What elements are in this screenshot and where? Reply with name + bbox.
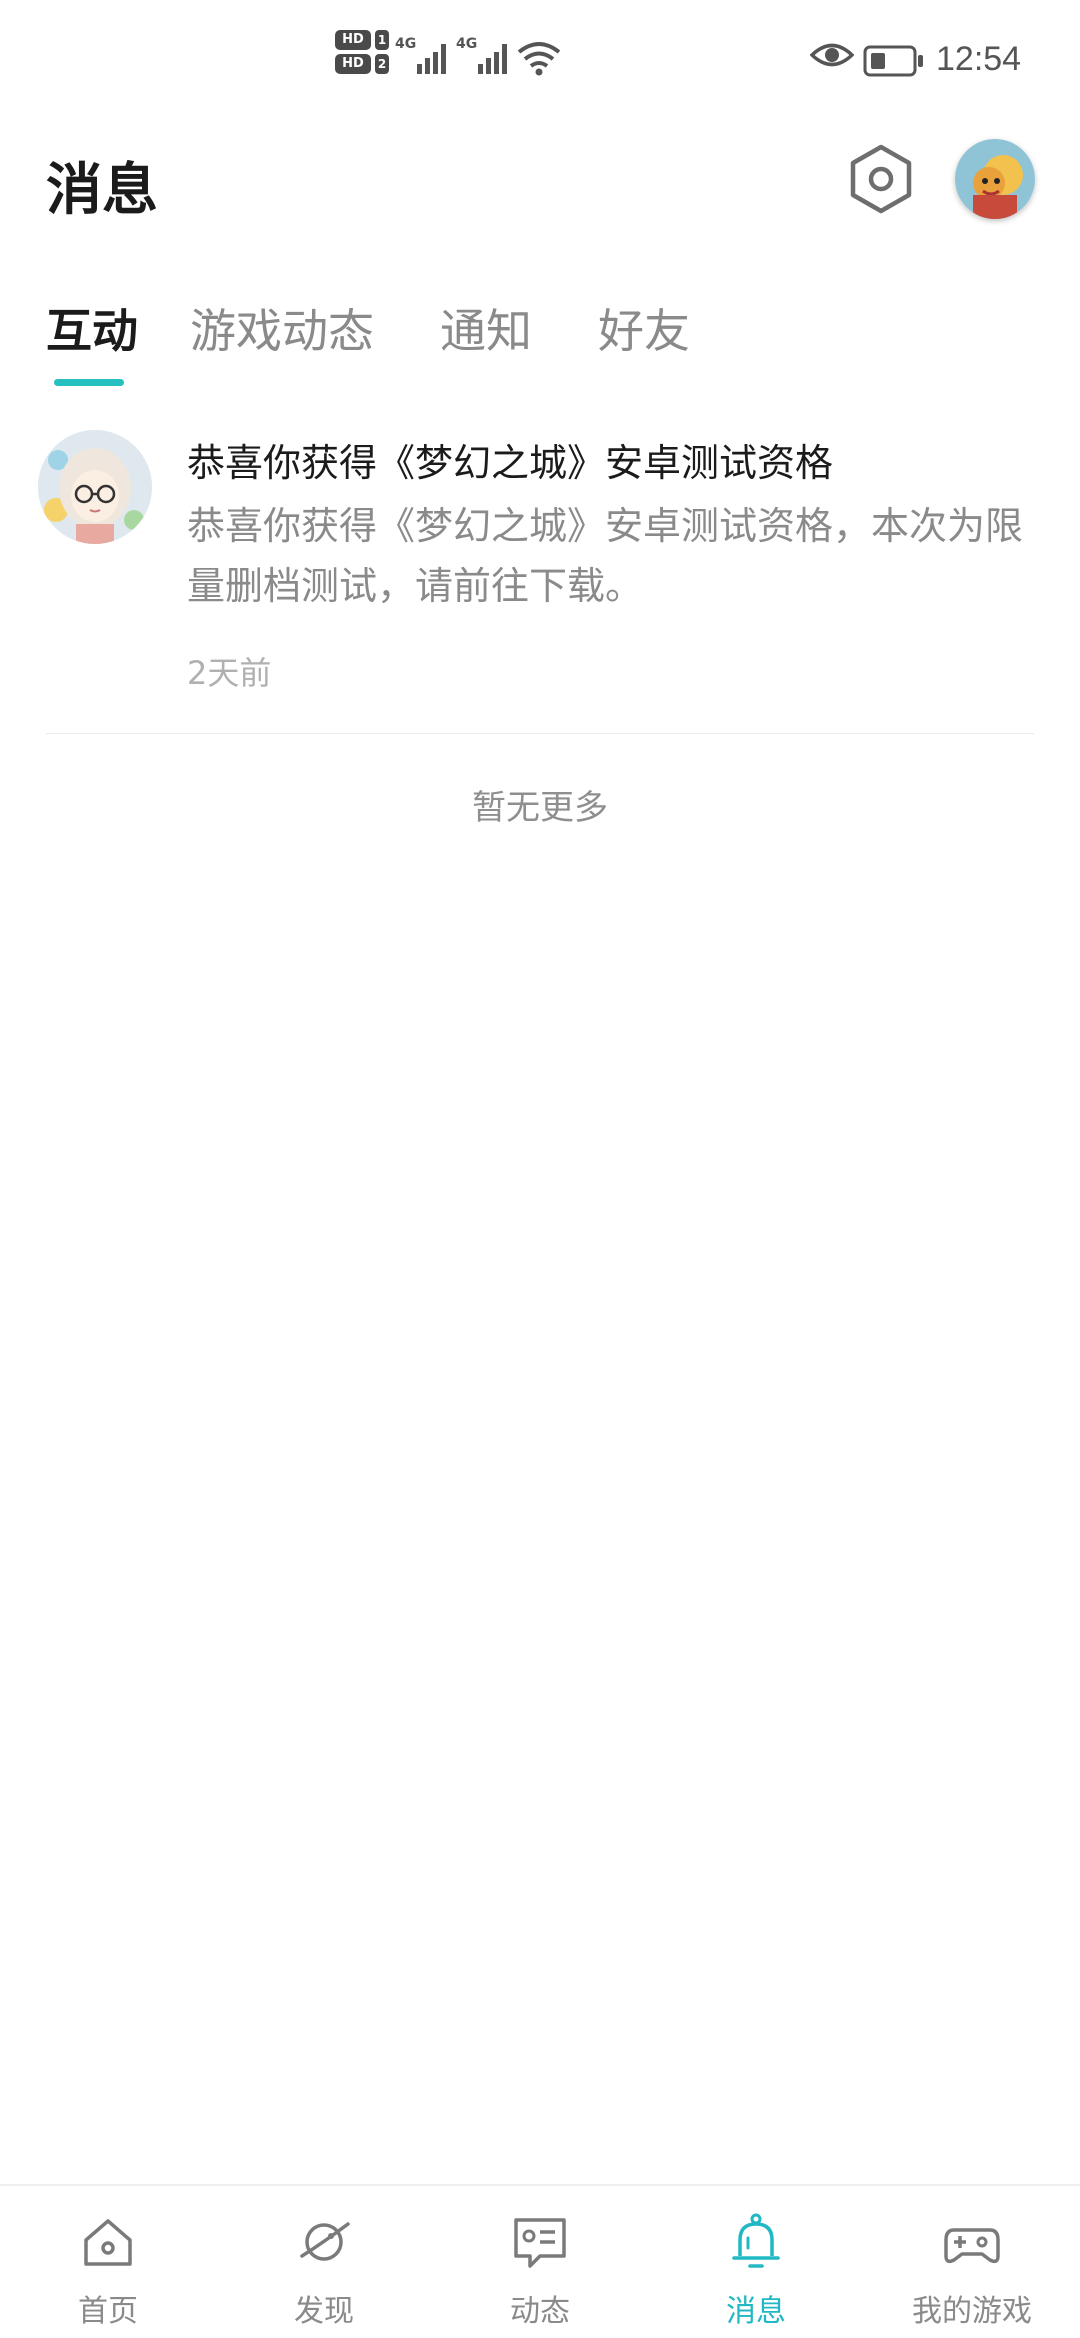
- nav-discover-label: 发现: [294, 2294, 354, 2329]
- list-end-text: 暂无更多: [472, 788, 608, 828]
- nav-feed-label: 动态: [510, 2294, 570, 2329]
- sim1-label: HD: [335, 30, 371, 50]
- clock: 12:54: [936, 40, 1022, 78]
- nav-my-games[interactable]: 我的游戏: [864, 2186, 1080, 2338]
- status-bar: HD 1 HD 2 4G 4G 12:54: [0, 0, 1080, 120]
- network-type-1: 4G: [395, 36, 417, 52]
- nav-home[interactable]: 首页: [0, 2186, 216, 2338]
- wifi-icon: [515, 40, 563, 80]
- planet-icon: [300, 2222, 350, 2261]
- nav-discover[interactable]: 发现: [216, 2186, 432, 2338]
- sim-indicators: HD 1 HD 2: [335, 30, 389, 78]
- sender-avatar[interactable]: [38, 430, 152, 544]
- sim2-number: 2: [375, 54, 389, 74]
- battery-icon: [863, 45, 925, 81]
- active-tab-indicator: [54, 379, 124, 386]
- gamepad-icon: [944, 2228, 1000, 2264]
- messages-page: HD 1 HD 2 4G 4G 12:54 消息 互动 游戏动态 通知 好友 恭…: [0, 0, 1080, 2338]
- list-divider: [46, 733, 1034, 734]
- message-time: 2天前: [187, 654, 272, 692]
- settings-button[interactable]: [844, 142, 918, 216]
- eye-comfort-icon: [809, 40, 855, 74]
- nav-home-label: 首页: [78, 2294, 138, 2329]
- nav-feed[interactable]: 动态: [432, 2186, 648, 2338]
- tab-game-news[interactable]: 游戏动态: [190, 295, 374, 361]
- list-item[interactable]: 恭喜你获得《梦幻之城》安卓测试资格 恭喜你获得《梦幻之城》安卓测试资格，本次为限…: [0, 420, 1080, 735]
- home-icon: [84, 2219, 132, 2266]
- nav-messages[interactable]: 消息: [648, 2186, 864, 2338]
- hexagon-settings-icon: [850, 144, 912, 214]
- message-tabs: 互动 游戏动态 通知 好友: [0, 285, 1080, 395]
- message-body: 恭喜你获得《梦幻之城》安卓测试资格，本次为限量删档测试，请前往下载。: [187, 504, 1024, 608]
- page-title: 消息: [46, 158, 158, 223]
- bottom-nav: 首页 发现 动态 消息 我的游戏: [0, 2184, 1080, 2338]
- profile-avatar-button[interactable]: [955, 139, 1035, 219]
- tab-notifications[interactable]: 通知: [440, 295, 532, 361]
- message-title: 恭喜你获得《梦幻之城》安卓测试资格: [187, 441, 834, 485]
- nav-my-games-label: 我的游戏: [912, 2294, 1032, 2329]
- avatar: [955, 139, 1035, 219]
- sim1-number: 1: [375, 30, 389, 50]
- tab-interaction[interactable]: 互动: [46, 295, 138, 361]
- sender-avatar-image: [38, 430, 152, 544]
- feed-card-icon: [514, 2218, 566, 2268]
- sim2-label: HD: [335, 54, 371, 74]
- tab-friends[interactable]: 好友: [598, 295, 690, 361]
- bell-icon: [732, 2213, 780, 2268]
- network-type-2: 4G: [456, 36, 478, 52]
- nav-messages-label: 消息: [726, 2294, 786, 2329]
